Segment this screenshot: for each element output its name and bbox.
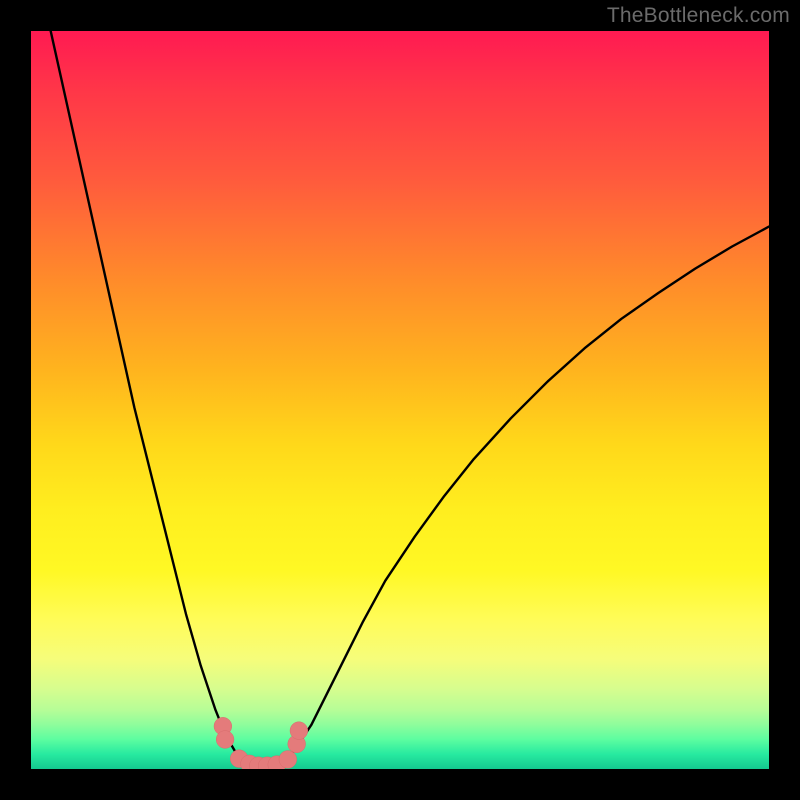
chart-outer: TheBottleneck.com: [0, 0, 800, 800]
data-marker: [290, 722, 308, 740]
data-marker: [279, 751, 297, 769]
plot-area: [31, 31, 769, 769]
watermark-label: TheBottleneck.com: [607, 4, 790, 28]
chart-svg: [31, 31, 769, 769]
data-marker: [216, 731, 234, 749]
bottleneck-curve: [46, 31, 769, 766]
